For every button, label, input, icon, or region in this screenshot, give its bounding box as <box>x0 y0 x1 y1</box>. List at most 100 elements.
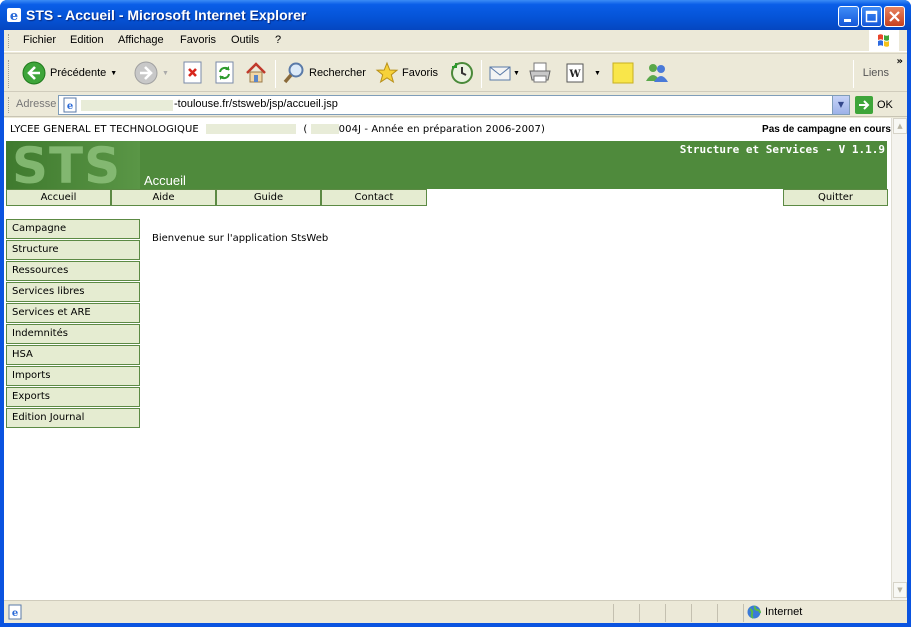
vertical-scrollbar[interactable]: ▲ ▼ <box>891 118 907 600</box>
go-arrow-icon <box>855 96 873 114</box>
address-label: Adresse <box>16 98 57 110</box>
topnav-help[interactable]: Aide <box>111 189 216 206</box>
globe-icon <box>747 605 761 619</box>
history-icon <box>451 62 473 84</box>
mail-button[interactable]: ▼ <box>488 59 520 87</box>
search-label: Rechercher <box>309 67 366 79</box>
edit-word-button[interactable]: W ▼ <box>564 59 601 87</box>
page-icon: e <box>63 97 77 113</box>
status-cell <box>639 604 665 622</box>
browser-window: e STS - Accueil - Microsoft Internet Exp… <box>0 0 911 627</box>
discuss-button[interactable] <box>611 59 635 87</box>
sidenav-campaign[interactable]: Campagne <box>6 219 140 239</box>
windows-logo-icon <box>869 30 899 52</box>
app-version: Structure et Services - V 1.1.9 <box>679 143 885 156</box>
refresh-button[interactable] <box>214 59 236 87</box>
toolbar: Précédente ▼ ▼ Rechercher Favoris ▼ W ▼ … <box>4 53 907 92</box>
open-paren: ( <box>303 124 308 135</box>
svg-text:e: e <box>67 101 73 112</box>
back-label: Précédente <box>50 67 107 79</box>
maximize-icon <box>865 10 878 23</box>
messenger-icon <box>646 64 668 82</box>
edit-dropdown-icon[interactable]: ▼ <box>594 70 601 77</box>
home-button[interactable] <box>244 59 268 87</box>
mail-icon <box>489 66 511 81</box>
sidenav-services-are[interactable]: Services et ARE <box>6 303 140 323</box>
client-area: Fichier Edition Affichage Favoris Outils… <box>4 30 907 623</box>
sidenav-imports[interactable]: Imports <box>6 366 140 386</box>
sidenav-free-services[interactable]: Services libres <box>6 282 140 302</box>
school-info: LYCEE GENERAL ET TECHNOLOGIQUE ( 004J - … <box>10 124 545 135</box>
address-grip <box>8 97 11 113</box>
minimize-button[interactable] <box>838 6 859 27</box>
campaign-status: Pas de campagne en cours <box>762 124 891 135</box>
go-button[interactable]: OK <box>855 95 893 115</box>
search-icon <box>283 62 304 84</box>
printer-icon <box>529 62 551 83</box>
print-button[interactable] <box>528 59 552 87</box>
section-title: Accueil <box>144 173 186 188</box>
menu-file[interactable]: Fichier <box>23 34 56 46</box>
app-banner: STS Structure et Services - V 1.1.9 Accu… <box>6 141 887 189</box>
toolbar-grip <box>8 60 11 88</box>
sidenav-resources[interactable]: Ressources <box>6 261 140 281</box>
top-navigation: Accueil Aide Guide Contact Quitter <box>6 189 888 206</box>
scroll-up-icon[interactable]: ▲ <box>893 118 907 134</box>
history-button[interactable] <box>450 59 474 87</box>
toolbar-separator <box>275 60 276 88</box>
school-code-year: 004J - Année en préparation 2006-2007) <box>338 124 545 135</box>
mail-dropdown-icon[interactable]: ▼ <box>513 70 520 77</box>
links-label[interactable]: Liens <box>863 67 889 79</box>
back-arrow-icon <box>22 61 46 85</box>
topnav-guide[interactable]: Guide <box>216 189 321 206</box>
status-cell <box>691 604 717 622</box>
messenger-button[interactable] <box>644 59 670 87</box>
sidenav-journal[interactable]: Edition Journal <box>6 408 140 428</box>
svg-text:e: e <box>10 9 18 23</box>
home-icon <box>246 62 266 83</box>
svg-text:e: e <box>12 608 18 619</box>
menu-edit[interactable]: Edition <box>70 34 104 46</box>
menu-view[interactable]: Affichage <box>118 34 164 46</box>
close-button[interactable] <box>884 6 905 27</box>
back-button[interactable]: Précédente ▼ <box>22 59 117 87</box>
sidenav-hsa[interactable]: HSA <box>6 345 140 365</box>
menu-help[interactable]: ? <box>275 34 281 46</box>
quit-button[interactable]: Quitter <box>783 189 888 206</box>
redacted-url-part <box>81 100 173 111</box>
security-zone: Internet <box>765 606 803 618</box>
page-status-icon: e <box>8 604 22 620</box>
scroll-down-icon[interactable]: ▼ <box>893 582 907 598</box>
links-chevron-icon[interactable]: » <box>897 56 903 67</box>
address-input[interactable]: e -toulouse.fr/stsweb/jsp/accueil.jsp ▼ <box>58 95 850 115</box>
stop-button[interactable] <box>182 59 204 87</box>
maximize-button[interactable] <box>861 6 882 27</box>
status-cell <box>665 604 691 622</box>
note-icon <box>612 62 634 84</box>
topnav-home[interactable]: Accueil <box>6 189 111 206</box>
sts-logo: STS <box>6 141 140 189</box>
side-navigation: Campagne Structure Ressources Services l… <box>6 219 140 429</box>
menu-tools[interactable]: Outils <box>231 34 259 46</box>
favorites-button[interactable]: Favoris <box>375 59 438 87</box>
sidenav-structure[interactable]: Structure <box>6 240 140 260</box>
menu-bar: Fichier Edition Affichage Favoris Outils… <box>4 30 907 52</box>
sidenav-exports[interactable]: Exports <box>6 387 140 407</box>
back-dropdown-icon[interactable]: ▼ <box>110 70 117 77</box>
search-button[interactable]: Rechercher <box>282 59 366 87</box>
redacted-code <box>310 124 339 134</box>
sidenav-allowances[interactable]: Indemnités <box>6 324 140 344</box>
topnav-contact[interactable]: Contact <box>321 189 427 206</box>
title-bar[interactable]: e STS - Accueil - Microsoft Internet Exp… <box>0 0 911 30</box>
forward-arrow-icon <box>134 61 158 85</box>
status-cell <box>613 604 639 622</box>
refresh-icon <box>215 61 234 84</box>
menu-favorites[interactable]: Favoris <box>180 34 216 46</box>
page-viewport: LYCEE GENERAL ET TECHNOLOGIQUE ( 004J - … <box>4 118 891 600</box>
forward-dropdown-icon[interactable]: ▼ <box>162 70 169 77</box>
address-dropdown-icon[interactable]: ▼ <box>832 96 849 114</box>
close-icon <box>889 11 900 22</box>
status-bar: e Internet <box>4 600 907 623</box>
forward-button[interactable]: ▼ <box>134 59 169 87</box>
window-title: STS - Accueil - Microsoft Internet Explo… <box>26 7 307 23</box>
